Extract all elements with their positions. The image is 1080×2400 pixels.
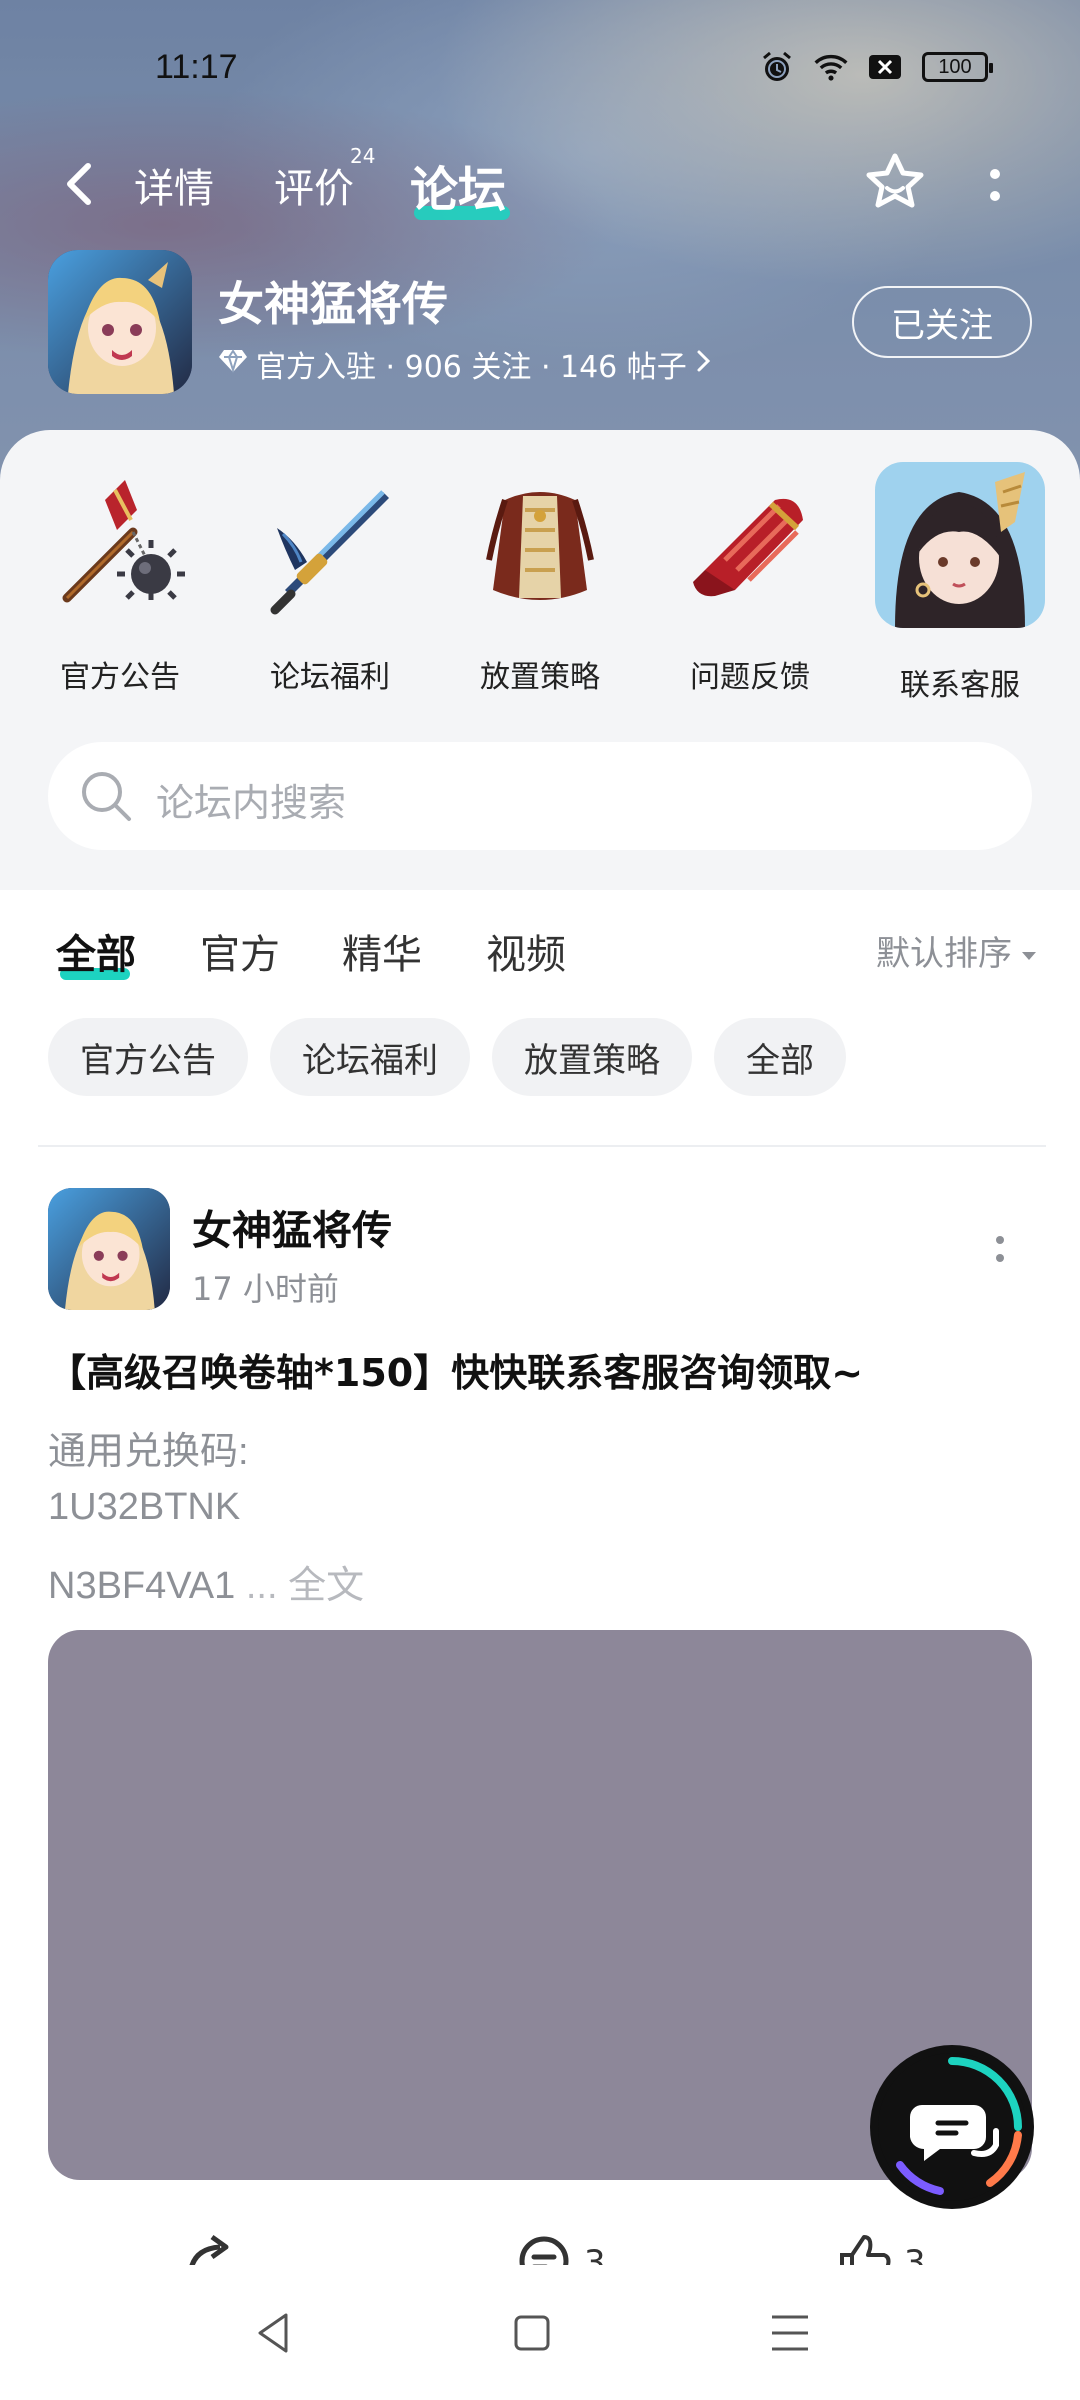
chip-official-announcement[interactable]: 官方公告 (48, 1018, 248, 1096)
chat-fab-button[interactable] (870, 2045, 1034, 2209)
reviews-count-badge: 24 (350, 144, 376, 168)
battery-indicator: 100 (922, 52, 993, 82)
section-chips: 官方公告 论坛福利 放置策略 全部 (48, 1018, 846, 1098)
game-info: 女神猛将传 官方入驻 · 906 关注 · 146 帖子 已关注 (48, 250, 1048, 400)
follow-button[interactable]: 已关注 (852, 286, 1032, 358)
section-feedback[interactable]: 问题反馈 (660, 470, 840, 710)
forum-sections: 官方公告 论坛福利 放置策略 问题反馈 联系客服 论坛内搜索 (0, 430, 1080, 890)
chevron-right-icon (695, 347, 713, 382)
share-button[interactable] (180, 2233, 240, 2265)
section-label: 官方公告 (60, 660, 180, 695)
ellipsis: ... (235, 1565, 278, 1607)
forum-search-bar[interactable]: 论坛内搜索 (48, 742, 1032, 850)
more-options-icon[interactable] (980, 158, 1010, 214)
game-header-banner: 11:17 100 详情 评价 24 论坛 女神猛将传 官方入驻 · 906 关… (0, 0, 1080, 500)
content-filter-tabs: 全部 官方 精华 视频 默认排序 (0, 890, 1080, 1010)
nav-home-icon[interactable] (508, 2309, 556, 2357)
status-bar: 11:17 100 (0, 40, 1080, 100)
caret-down-icon (1020, 931, 1038, 971)
post-more-icon[interactable] (990, 1230, 1010, 1270)
gauntlet-icon (675, 470, 825, 620)
search-input[interactable]: 论坛内搜索 (156, 772, 346, 827)
comment-button[interactable]: 3 (516, 2233, 606, 2265)
back-icon[interactable] (56, 158, 104, 210)
comment-icon (516, 2233, 572, 2265)
status-icons: 100 (760, 50, 993, 84)
armor-icon (465, 470, 615, 620)
game-icon[interactable] (48, 250, 192, 394)
read-full-link[interactable]: 全文 (278, 1565, 364, 1607)
tab-forum[interactable]: 论坛 (410, 150, 506, 220)
tab-all[interactable]: 全部 (56, 922, 136, 980)
chip-idle-strategy[interactable]: 放置策略 (492, 1018, 692, 1096)
section-official-announcement[interactable]: 官方公告 (30, 470, 210, 710)
game-meta-text: 官方入驻 · 906 关注 · 146 帖子 (256, 350, 687, 385)
tab-details[interactable]: 详情 (134, 156, 214, 214)
section-label: 问题反馈 (690, 660, 810, 695)
chip-forum-benefits[interactable]: 论坛福利 (270, 1018, 470, 1096)
alarm-icon (760, 50, 794, 84)
post-body-text: N3BF4VA1 (48, 1565, 236, 1607)
sort-label: 默认排序 (876, 934, 1012, 974)
divider (38, 1145, 1046, 1147)
section-contact-support[interactable]: 联系客服 (870, 462, 1050, 710)
section-label: 放置策略 (480, 660, 600, 695)
post-author[interactable]: 女神猛将传 (192, 1198, 392, 1256)
favorite-star-icon[interactable] (860, 150, 930, 220)
game-meta[interactable]: 官方入驻 · 906 关注 · 146 帖子 (218, 342, 713, 386)
share-icon (180, 2233, 240, 2265)
comment-count: 3 (584, 2242, 606, 2266)
post-time: 17 小时前 (192, 1270, 339, 1308)
tab-official[interactable]: 官方 (200, 922, 280, 980)
top-nav: 详情 评价 24 论坛 (0, 140, 1080, 230)
post-actions: 3 3 (0, 2215, 1080, 2265)
section-label: 联系客服 (900, 668, 1020, 703)
thumbs-up-icon (836, 2233, 892, 2265)
diamond-icon (218, 347, 248, 382)
section-forum-benefits[interactable]: 论坛福利 (240, 470, 420, 710)
section-idle-strategy[interactable]: 放置策略 (450, 470, 630, 710)
game-title: 女神猛将传 (218, 277, 448, 331)
tab-video[interactable]: 视频 (486, 922, 566, 980)
nav-menu-icon[interactable] (766, 2309, 814, 2357)
section-label: 论坛福利 (270, 660, 390, 695)
post-body-line: 通用兑换码: (48, 1431, 249, 1473)
wifi-icon (814, 50, 848, 84)
post-title[interactable]: 【高级召唤卷轴*150】快快联系客服咨询领取~ (48, 1342, 1038, 1397)
system-nav-bar (0, 2265, 1080, 2400)
avatar[interactable] (48, 1188, 170, 1310)
post-body-line-last: N3BF4VA1 ... 全文 (48, 1554, 364, 1609)
sort-dropdown[interactable]: 默认排序 (876, 926, 1038, 975)
nav-back-icon[interactable] (250, 2309, 298, 2357)
sim-off-icon (868, 50, 902, 84)
like-button[interactable]: 3 (836, 2233, 926, 2265)
chip-all[interactable]: 全部 (714, 1018, 846, 1096)
customer-service-avatar (875, 462, 1045, 628)
search-icon (78, 768, 134, 824)
sword-icon (255, 470, 405, 620)
status-time: 11:17 (155, 48, 238, 86)
post-body-line: 1U32BTNK (48, 1486, 241, 1528)
like-count: 3 (904, 2242, 926, 2266)
tab-reviews[interactable]: 评价 (274, 156, 354, 214)
tab-featured[interactable]: 精华 (342, 922, 422, 980)
mace-icon (45, 470, 195, 620)
